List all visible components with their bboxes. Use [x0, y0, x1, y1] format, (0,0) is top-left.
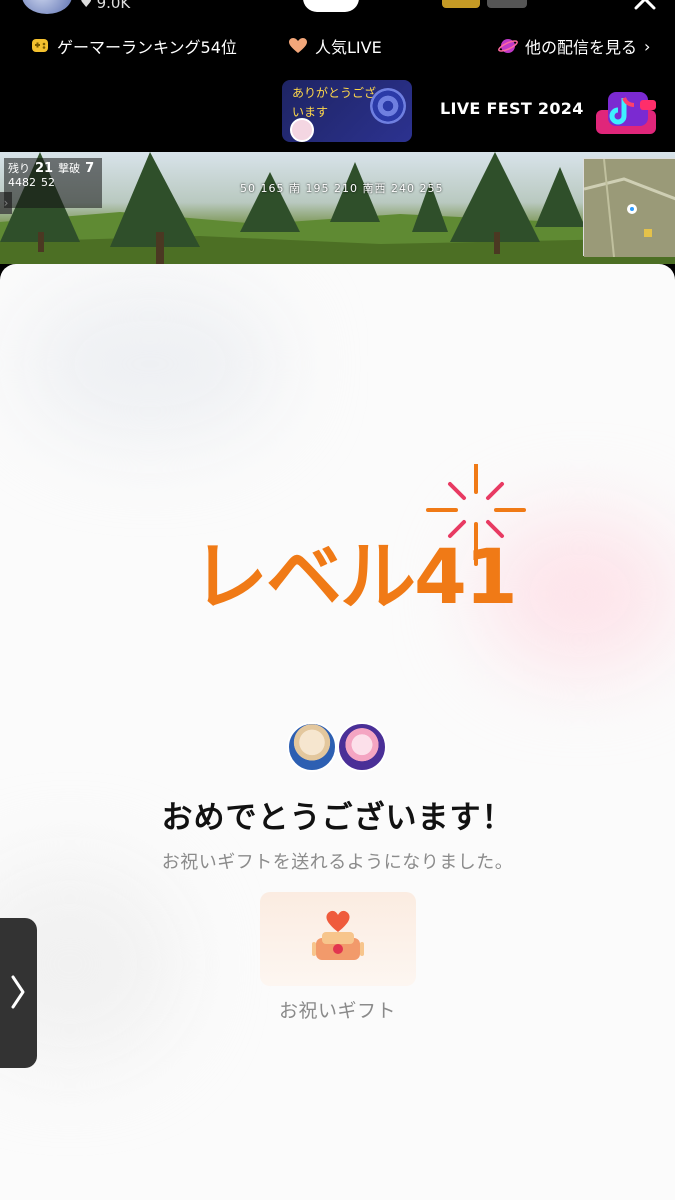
like-count: ♥ 9.0K: [80, 0, 130, 12]
banner-thanks-text: ありがとうございます: [292, 86, 377, 119]
gamer-ranking-label: ゲーマーランキング54位: [57, 38, 237, 57]
celebration-gift-label: お祝いギフト: [278, 1000, 396, 1022]
level-title: レベル41: [192, 532, 518, 621]
viewer-avatar: [287, 722, 337, 772]
viewer-badge[interactable]: [487, 0, 527, 8]
host-avatar[interactable]: [22, 0, 72, 14]
compass-bar: 50 165 南 195 210 南西 240 255: [240, 182, 444, 195]
live-fest-logo-icon[interactable]: [594, 86, 660, 138]
level-up-sheet: レベル41 おめでとうございます！ お祝いギフトを送れるようになりました。 お祝…: [0, 264, 675, 1200]
heart-icon: ♥: [80, 0, 93, 11]
popular-live-label: 人気LIVE: [315, 38, 382, 57]
host-avatar-small: [337, 722, 387, 772]
other-streams-label: 他の配信を見る: [525, 38, 638, 57]
kill-count: 7: [85, 160, 95, 176]
congrats-heading: おめでとうございます！: [161, 800, 514, 836]
info-row: ゲーマーランキング54位 人気LIVE 他の配信を見る ›: [0, 34, 675, 62]
thanks-banner[interactable]: ありがとうございます: [282, 80, 412, 142]
popular-live-link[interactable]: 人気LIVE: [288, 34, 382, 58]
chevron-right-icon: ›: [644, 36, 651, 56]
like-count-value: 9.0K: [96, 0, 131, 12]
congrats-description: お祝いギフトを送れるようになりました。: [161, 852, 514, 873]
game-hud: 残り 21 撃破 7 4482 52: [4, 158, 102, 208]
side-drawer-handle[interactable]: [0, 918, 37, 1068]
live-fest-title[interactable]: LIVE FEST 2024: [440, 99, 584, 118]
score-value: 4482: [8, 176, 36, 189]
alive-label: 残り: [8, 162, 30, 175]
gamepad-icon: [32, 39, 48, 52]
gold-badge[interactable]: [442, 0, 480, 8]
minimap: [583, 158, 675, 257]
alive-count: 21: [35, 160, 54, 176]
kill-label: 撃破: [58, 162, 81, 175]
planet-icon: [498, 39, 518, 53]
other-streams-link[interactable]: 他の配信を見る ›: [498, 34, 650, 58]
game-stream-view[interactable]: › 残り 21 撃破 7 4482 52 50 165 南 195 210 南西…: [0, 152, 675, 264]
celebration-gift-card[interactable]: [260, 892, 416, 986]
heart-icon: [289, 38, 307, 53]
target-icon: [370, 88, 406, 124]
gift-heart-icon: [312, 910, 364, 960]
close-icon[interactable]: [630, 0, 660, 12]
follow-pill[interactable]: [303, 0, 359, 12]
stream-header: ♥ 9.0K ゲーマーランキング54位 人気LIVE 他の配信を見る › ありが…: [0, 0, 675, 152]
chevron-right-icon: [11, 975, 25, 1009]
ping-value: 52: [41, 176, 55, 189]
banner-avatar: [290, 118, 314, 142]
gamer-ranking-link[interactable]: ゲーマーランキング54位: [30, 34, 237, 58]
avatar-pair: [287, 722, 391, 774]
